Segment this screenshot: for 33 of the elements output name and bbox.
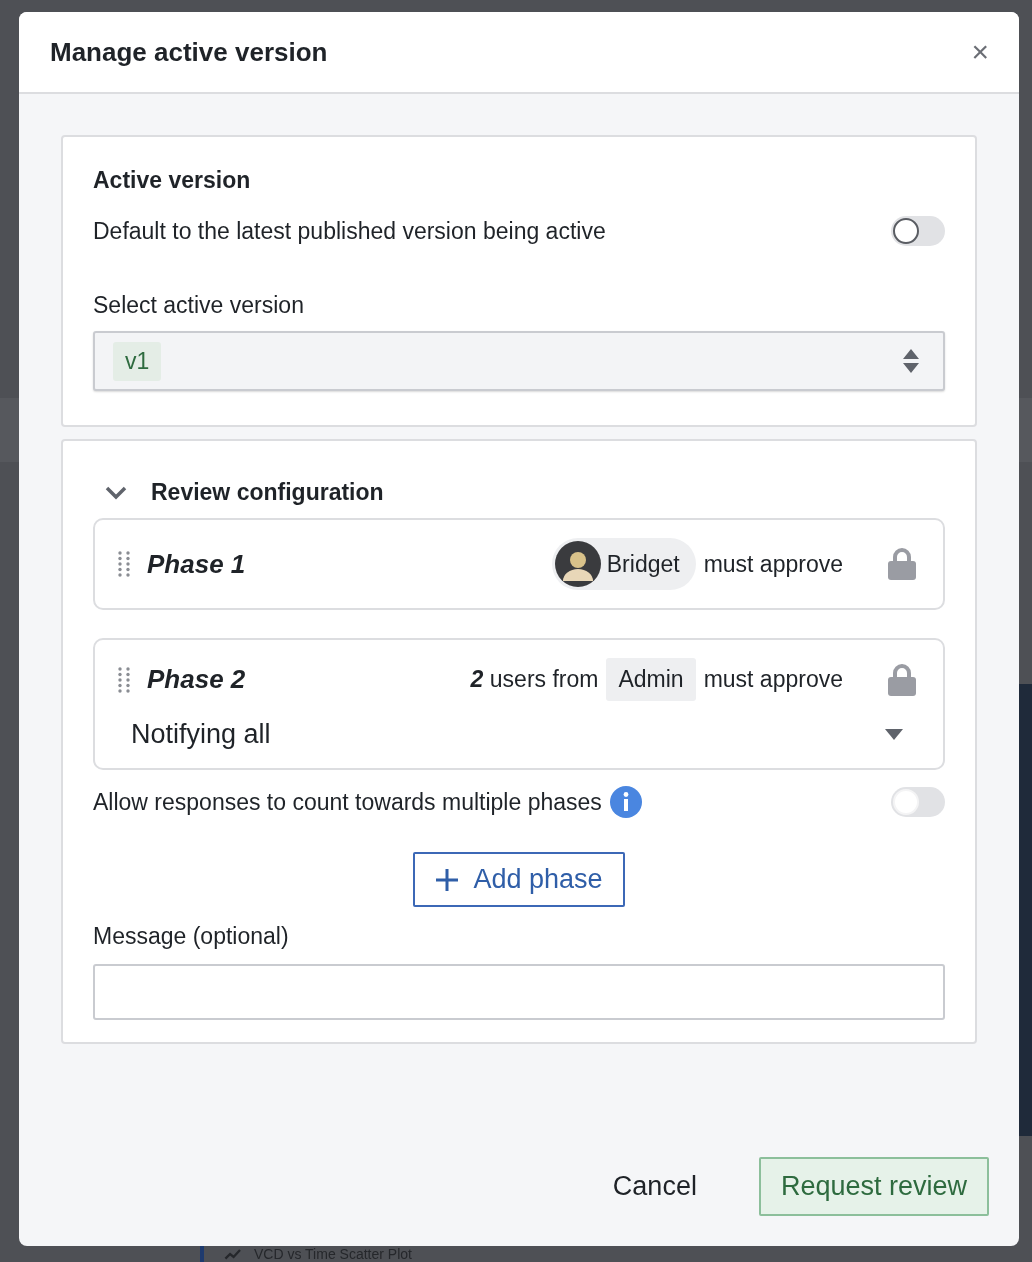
field-label: Message (optional) <box>93 923 290 950</box>
notify-dropdown[interactable]: Notifying all <box>117 719 917 750</box>
toggle-switch[interactable] <box>891 787 945 817</box>
add-phase-button[interactable]: Add phase <box>413 852 625 907</box>
phase-title: Phase 2 <box>147 664 246 695</box>
drag-handle-icon[interactable] <box>117 665 131 694</box>
close-button[interactable]: × <box>967 35 993 69</box>
caret-icon <box>885 729 903 740</box>
version-chip: v1 <box>113 341 162 381</box>
version-select[interactable]: v1 <box>93 331 945 391</box>
toggle-label: Allow responses to count towards multiple phases <box>93 788 602 816</box>
phase-title: Phase 1 <box>147 548 246 580</box>
section-heading: Review configuration <box>151 479 384 506</box>
chevron-icon[interactable] <box>105 485 127 500</box>
message-field[interactable] <box>93 964 945 1020</box>
drag-handle-icon[interactable] <box>117 550 131 578</box>
approver-count: 2 users from <box>470 666 599 693</box>
section-heading: Active version <box>93 167 252 194</box>
group-chip: Admin <box>606 658 696 701</box>
field-label: Select active version <box>93 292 305 319</box>
chart-icon <box>224 1247 242 1261</box>
avatar <box>554 541 601 587</box>
user-name: Bridget <box>606 550 680 578</box>
plus-icon <box>435 867 460 892</box>
toggle-switch[interactable] <box>891 216 945 246</box>
cancel-button[interactable]: Cancel <box>590 1157 719 1216</box>
approval-text: must approve <box>703 666 843 693</box>
dialog-title: Manage active version <box>50 36 328 68</box>
request-review-button[interactable]: Request review <box>758 1157 989 1216</box>
approval-text: must approve <box>703 550 843 578</box>
toggle-label: Default to the latest published version being active <box>93 217 606 245</box>
sort-icon <box>903 349 919 373</box>
info-icon[interactable] <box>609 786 642 818</box>
